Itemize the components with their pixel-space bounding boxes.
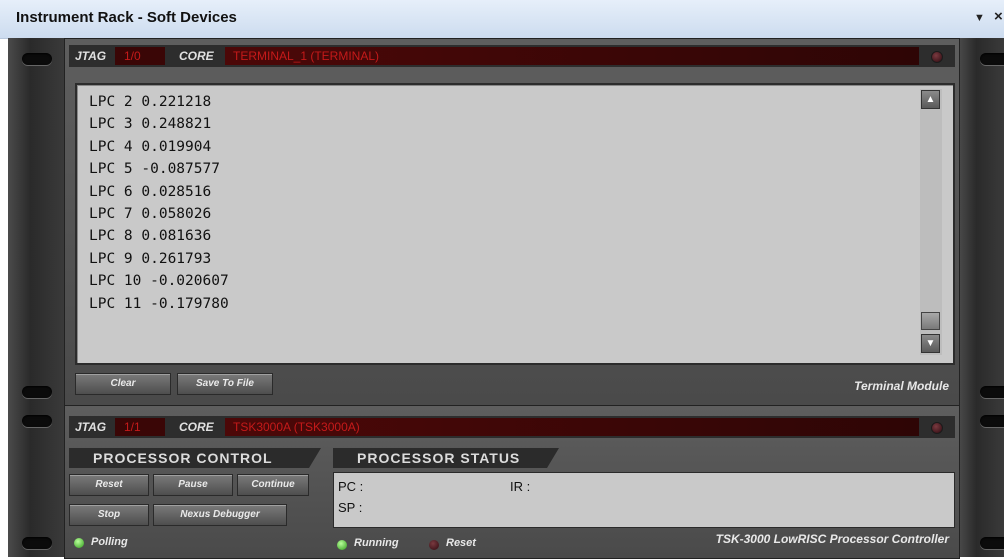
rack-hole [980, 386, 1004, 398]
rack-hole [22, 537, 52, 549]
terminal-line: LPC 10 -0.020607 [89, 273, 229, 290]
terminal-line: LPC 4 0.019904 [89, 138, 212, 155]
terminal-line: LPC 11 -0.179780 [89, 295, 229, 312]
processor-control-title: PROCESSOR CONTROL [69, 448, 321, 468]
rack-hole [980, 415, 1004, 427]
sp-label: SP : [338, 500, 363, 515]
terminal-line: LPC 5 -0.087577 [89, 161, 220, 178]
core-value: TERMINAL_1 (TERMINAL) [225, 47, 919, 65]
module-status-led [931, 51, 943, 63]
terminal-module: JTAG 1/0 CORE TERMINAL_1 (TERMINAL) LPC … [64, 38, 960, 406]
polling-label: Polling [91, 536, 128, 548]
terminal-line: LPC 3 0.248821 [89, 116, 212, 133]
terminal-screen[interactable]: LPC 2 0.221218 LPC 3 0.248821 LPC 4 0.01… [75, 83, 955, 365]
reset-led [429, 540, 439, 550]
ir-label: IR : [510, 479, 531, 494]
processor-status-title: PROCESSOR STATUS [333, 448, 559, 468]
reset-button[interactable]: Reset [69, 474, 149, 496]
rack-hole [22, 415, 52, 427]
terminal-line: LPC 6 0.028516 [89, 183, 212, 200]
window-titlebar: Instrument Rack - Soft Devices ▼ × [0, 0, 1004, 39]
terminal-output: LPC 2 0.221218 LPC 3 0.248821 LPC 4 0.01… [89, 91, 229, 315]
processor-status-panel: PC : IR : SP : [333, 472, 955, 528]
running-led [337, 540, 347, 550]
rack-hole [22, 53, 52, 65]
module-name: TSK-3000 LowRISC Processor Controller [715, 532, 949, 546]
window-title: Instrument Rack - Soft Devices [16, 9, 237, 26]
terminal-line: LPC 9 0.261793 [89, 250, 212, 267]
pin-menu-icon[interactable]: ▼ [974, 12, 985, 24]
module-header: JTAG 1/1 CORE TSK3000A (TSK3000A) [69, 416, 955, 438]
module-name: Terminal Module [854, 379, 949, 393]
scroll-down-icon[interactable]: ▼ [921, 334, 940, 353]
core-label: CORE [179, 420, 214, 434]
core-value: TSK3000A (TSK3000A) [225, 418, 919, 436]
rack-hole [980, 537, 1004, 549]
clear-button[interactable]: Clear [75, 373, 171, 395]
pause-button[interactable]: Pause [153, 474, 233, 496]
module-status-led [931, 422, 943, 434]
continue-button[interactable]: Continue [237, 474, 309, 496]
running-label: Running [354, 537, 399, 549]
pc-label: PC : [338, 479, 364, 494]
terminal-line: LPC 7 0.058026 [89, 206, 212, 223]
rack-rail-right [958, 38, 1004, 557]
reset-status-label: Reset [446, 537, 476, 549]
module-header: JTAG 1/0 CORE TERMINAL_1 (TERMINAL) [69, 45, 955, 67]
jtag-value: 1/0 [115, 47, 165, 65]
jtag-label: JTAG [75, 420, 107, 434]
close-icon[interactable]: × [994, 8, 1003, 25]
stop-button[interactable]: Stop [69, 504, 149, 526]
nexus-debugger-button[interactable]: Nexus Debugger [153, 504, 287, 526]
jtag-label: JTAG [75, 49, 107, 63]
save-to-file-button[interactable]: Save To File [177, 373, 273, 395]
vertical-scrollbar[interactable]: ▲ ▼ [920, 89, 942, 355]
scroll-up-icon[interactable]: ▲ [921, 90, 940, 109]
rack-hole [980, 53, 1004, 65]
scroll-thumb[interactable] [921, 312, 940, 330]
rack-hole [22, 386, 52, 398]
jtag-value: 1/1 [115, 418, 165, 436]
core-label: CORE [179, 49, 214, 63]
polling-led [74, 538, 84, 548]
terminal-line: LPC 8 0.081636 [89, 228, 212, 245]
processor-module: JTAG 1/1 CORE TSK3000A (TSK3000A) PROCES… [64, 405, 960, 559]
terminal-line: LPC 2 0.221218 [89, 94, 212, 110]
rack-rail-left [8, 38, 64, 557]
